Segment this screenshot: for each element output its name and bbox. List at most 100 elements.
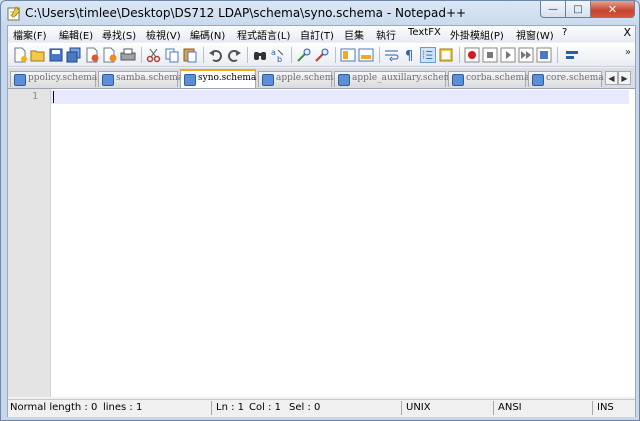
tab-corba-schema[interactable]: corba.schema [448,71,530,87]
toolbar-separator [291,47,292,63]
menu-file[interactable]: 檔案(F) [13,27,47,42]
current-line-highlight [51,90,629,104]
toolbar-separator [557,47,558,63]
record-macro-icon[interactable] [464,47,480,63]
status-insert-mode: INS [597,402,614,413]
close-file-icon[interactable] [84,47,100,63]
status-bar: Normal length : 0 lines : 1 Ln : 1 Col :… [8,399,635,417]
minimize-button[interactable]: — [540,1,566,18]
menu-language[interactable]: 程式語言(L) [237,27,290,42]
status-encoding: ANSI [498,402,522,413]
saved-file-icon [102,74,114,86]
new-file-icon[interactable] [12,47,28,63]
zoom-out-icon[interactable] [314,47,330,63]
status-divider [401,401,402,415]
toolbar: ab ¶ » [8,43,635,67]
tab-label: apple.schema [276,73,339,83]
notepadpp-app-icon [7,6,21,21]
show-all-chars-icon[interactable]: ¶ [402,47,418,63]
svg-text:a: a [271,48,276,57]
tab-apple-auxillary-schema[interactable]: apple_auxillary.schema [334,71,458,87]
tab-core-schema[interactable]: core.schema [528,71,604,87]
line-number-gutter: 1 [8,89,51,397]
redo-icon[interactable] [226,47,242,63]
maximize-button[interactable]: □ [566,1,591,18]
title-bar[interactable]: C:\Users\timlee\Desktop\DS712 LDAP\schem… [1,1,639,27]
status-divider [211,401,212,415]
menu-run[interactable]: 執行 [376,27,396,42]
toolbar-separator [141,47,142,63]
status-line: Ln : 1 [216,402,244,413]
trim-icon[interactable] [564,47,580,63]
status-length: Normal length : 0 [10,402,98,413]
sync-vertical-icon[interactable] [340,47,356,63]
undo-icon[interactable] [208,47,224,63]
close-all-icon[interactable] [102,47,118,63]
svg-text:¶: ¶ [405,49,413,63]
menu-window[interactable]: 視窗(W) [516,27,554,42]
status-column: Col : 1 [249,402,281,413]
user-defined-lang-icon[interactable] [438,47,454,63]
toolbar-separator [247,47,248,63]
replace-icon[interactable]: ab [270,47,286,63]
toolbar-overflow-button[interactable]: » [625,47,631,58]
tab-scroll-right-button[interactable]: ▶ [618,71,631,85]
menu-help[interactable]: ? [562,27,567,38]
line-number: 1 [31,91,38,102]
menu-edit[interactable]: 編輯(E) [59,27,93,42]
open-file-icon[interactable] [30,47,46,63]
saved-file-icon [14,74,26,86]
tab-samba-schema[interactable]: samba.schema [98,71,183,87]
toolbar-separator [459,47,460,63]
tab-label: apple_auxillary.schema [352,73,458,83]
saved-file-icon [532,74,544,86]
status-divider [493,401,494,415]
stop-macro-icon[interactable] [482,47,498,63]
copy-icon[interactable] [164,47,180,63]
menu-macro[interactable]: 巨集 [344,27,364,42]
play-macro-icon[interactable] [500,47,516,63]
zoom-in-icon[interactable] [296,47,312,63]
tab-label: ppolicy.schema [28,73,98,83]
text-editor[interactable]: 1 [8,89,635,397]
save-macro-icon[interactable] [536,47,552,63]
text-caret [53,91,54,103]
app-client-area: 檔案(F) 編輯(E) 尋找(S) 檢視(V) 編碼(N) 程式語言(L) 自訂… [7,25,636,417]
menu-plugins[interactable]: 外掛模組(P) [450,27,504,42]
tab-ppolicy-schema[interactable]: ppolicy.schema [10,71,98,87]
saved-file-icon [184,74,196,86]
save-icon[interactable] [48,47,64,63]
saved-file-icon [262,74,274,86]
indent-guide-icon[interactable] [420,47,436,63]
sync-horizontal-icon[interactable] [358,47,374,63]
tab-label: samba.schema [116,73,184,83]
document-close-button[interactable]: X [623,26,631,39]
cut-icon[interactable] [146,47,162,63]
tab-scroll-left-button[interactable]: ◀ [605,71,618,85]
window-title: C:\Users\timlee\Desktop\DS712 LDAP\schem… [25,6,467,20]
save-all-icon[interactable] [66,47,82,63]
tab-label: core.schema [546,73,604,83]
word-wrap-icon[interactable] [384,47,400,63]
tab-syno-schema[interactable]: syno.schema [180,69,256,88]
status-divider [592,401,593,415]
menu-textfx[interactable]: TextFX [408,27,441,38]
menu-encoding[interactable]: 編碼(N) [190,27,225,42]
print-icon[interactable] [120,47,136,63]
tab-apple-schema[interactable]: apple.schema [258,71,339,87]
toolbar-separator [335,47,336,63]
menu-settings[interactable]: 自訂(T) [300,27,334,42]
document-tab-bar: ppolicy.schema samba.schema syno.schema … [8,68,635,89]
saved-file-icon [452,74,464,86]
status-eol-format: UNIX [406,402,431,413]
find-icon[interactable] [252,47,268,63]
paste-icon[interactable] [182,47,198,63]
svg-text:b: b [277,55,282,63]
status-lines: lines : 1 [103,402,143,413]
toolbar-separator [379,47,380,63]
close-button[interactable]: ✕ [591,1,635,18]
menu-view[interactable]: 檢視(V) [146,27,181,42]
menu-search[interactable]: 尋找(S) [102,27,136,42]
tab-label: corba.schema [466,73,530,83]
run-macro-multiple-icon[interactable] [518,47,534,63]
